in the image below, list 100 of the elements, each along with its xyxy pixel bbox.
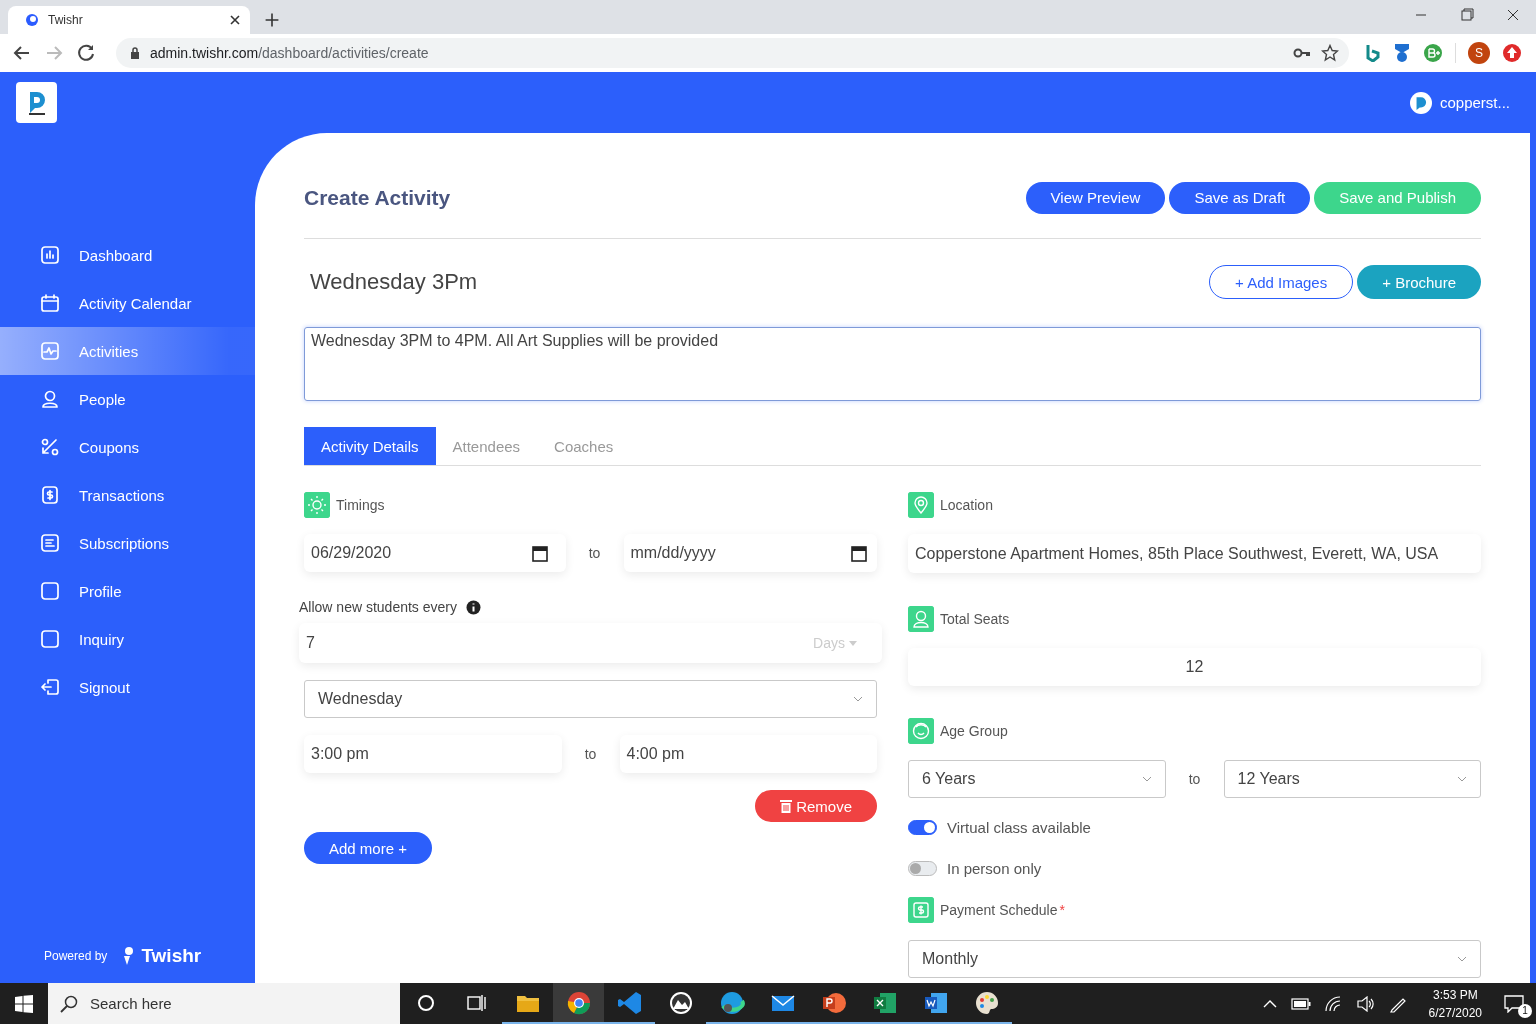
upload-extension-icon[interactable] [1502,43,1522,63]
tab[interactable]: Coaches [537,427,631,465]
browser-tab[interactable]: Twishr [8,6,250,34]
range-separator: to [1187,771,1202,787]
task-view-icon[interactable] [466,993,487,1012]
location-field[interactable]: Copperstone Apartment Homes, 85th Place Southwest, Everett, WA, USA [908,534,1481,573]
percent-icon [40,437,60,457]
signout-icon [40,677,60,697]
sidebar-item[interactable]: Profile [0,567,255,615]
time-field[interactable]: 4:00 pm [619,735,877,773]
browser-account-avatar[interactable]: S [1468,42,1490,64]
grade-extension-icon[interactable] [1423,43,1443,63]
upload-button[interactable]: + Brochure [1357,265,1481,299]
new-tab-icon[interactable] [264,12,280,28]
calendar-icon [40,293,60,313]
remove-button[interactable]: Remove [755,790,877,822]
person-icon [40,389,60,409]
medal-extension-icon[interactable] [1393,43,1411,63]
age-select[interactable]: 6 Years [908,760,1166,798]
field-label: Allow new students every [299,599,457,615]
search-icon [60,994,78,1013]
caret-icon [849,640,857,646]
calendar-icon[interactable] [851,544,867,562]
range-separator: to [583,746,598,762]
notification-badge: 1 [1518,1003,1532,1018]
user-avatar[interactable] [1409,91,1432,114]
chevron-down-icon [1457,956,1467,962]
bing-extension-icon[interactable] [1365,44,1381,62]
action-button[interactable]: View Preview [1025,181,1166,214]
toggle-switch[interactable] [908,819,937,835]
toggle-label: Virtual class available [947,818,1091,836]
payment-select[interactable]: Monthly [908,940,1481,978]
windows-start-icon[interactable] [15,994,33,1013]
field-label: Age Group [940,723,1008,739]
close-tab-icon[interactable] [230,15,240,25]
sidebar-item[interactable]: Subscriptions [0,519,255,567]
sidebar-item[interactable]: Signout [0,663,255,711]
chevron-down-icon [1457,776,1467,782]
sidebar-item[interactable]: Activity Calendar [0,279,255,327]
face-icon [908,718,934,744]
tab-title: Twishr [48,13,84,27]
sidebar-item[interactable]: Inquiry [0,615,255,663]
dollar-icon [908,897,934,923]
sidebar-item[interactable]: Dashboard [0,231,255,279]
app-logo[interactable] [16,82,57,123]
tab[interactable]: Activity Details [304,427,436,465]
day-select[interactable]: Wednesday [304,680,877,718]
battery-icon[interactable] [1290,997,1311,1010]
sidebar-item[interactable]: People [0,375,255,423]
description-field[interactable]: Wednesday 3PM to 4PM. All Art Supplies will be provided [304,327,1481,401]
notification-icon[interactable] [1504,994,1524,1013]
trash-icon [780,799,793,813]
clock[interactable]: 3:53 PM 6/27/2020 [1420,985,1490,1022]
info-icon[interactable] [465,599,481,615]
lock-icon [130,47,140,59]
sun-icon [304,492,330,518]
seats-field[interactable]: 12 [908,648,1481,686]
brand-logo-icon [121,946,136,966]
sidebar-item[interactable]: Activities [0,327,255,375]
add-more-button[interactable]: Add more + [304,832,432,864]
square-icon [40,629,60,649]
action-button[interactable]: Save as Draft [1169,181,1311,214]
range-separator: to [587,545,602,561]
chevron-down-icon [1141,776,1152,782]
activity-pulse-icon [40,341,60,361]
field-label: Location [940,497,993,513]
key-icon[interactable] [1293,47,1311,59]
calendar-icon[interactable] [531,544,548,562]
list-icon [40,533,60,553]
tab[interactable]: Attendees [435,427,538,465]
toggle-switch[interactable] [908,860,937,876]
toggle-label: In person only [947,859,1042,877]
sidebar-item[interactable]: Transactions [0,471,255,519]
powered-by-label: Powered by [44,949,108,963]
time-field[interactable]: 3:00 pm [304,735,562,773]
page-title: Create Activity [304,185,452,210]
chevron-up-icon[interactable] [1262,999,1277,1008]
cortana-icon[interactable] [416,993,435,1012]
wifi-icon[interactable] [1324,995,1343,1012]
brand-name: Twishr [141,945,202,967]
field-label: Total Seats [940,611,1010,627]
activity-name[interactable]: Wednesday 3Pm [310,269,1210,295]
age-select[interactable]: 12 Years [1223,760,1481,798]
location-pin-icon [908,492,934,518]
address-bar[interactable]: admin.twishr.com/dashboard/activities/create [116,38,1349,68]
volume-icon[interactable] [1356,995,1375,1012]
sidebar-item[interactable]: Coupons [0,423,255,471]
taskbar-search-field[interactable]: Search here [48,983,400,1024]
field-label: Payment Schedule* [940,902,1065,918]
bookmark-star-icon[interactable] [1321,44,1339,62]
person-icon [908,606,934,632]
square-icon [40,581,60,601]
date-field[interactable]: 06/29/2020 [304,534,566,572]
dollar-icon [40,485,60,505]
upload-button[interactable]: + Add Images [1209,265,1354,299]
user-name[interactable]: copperst... [1439,94,1510,111]
dashboard-icon [40,245,60,265]
chevron-down-icon [853,696,863,702]
date-field[interactable]: mm/dd/yyyy [623,534,877,572]
taskbar-app[interactable] [553,983,604,1024]
